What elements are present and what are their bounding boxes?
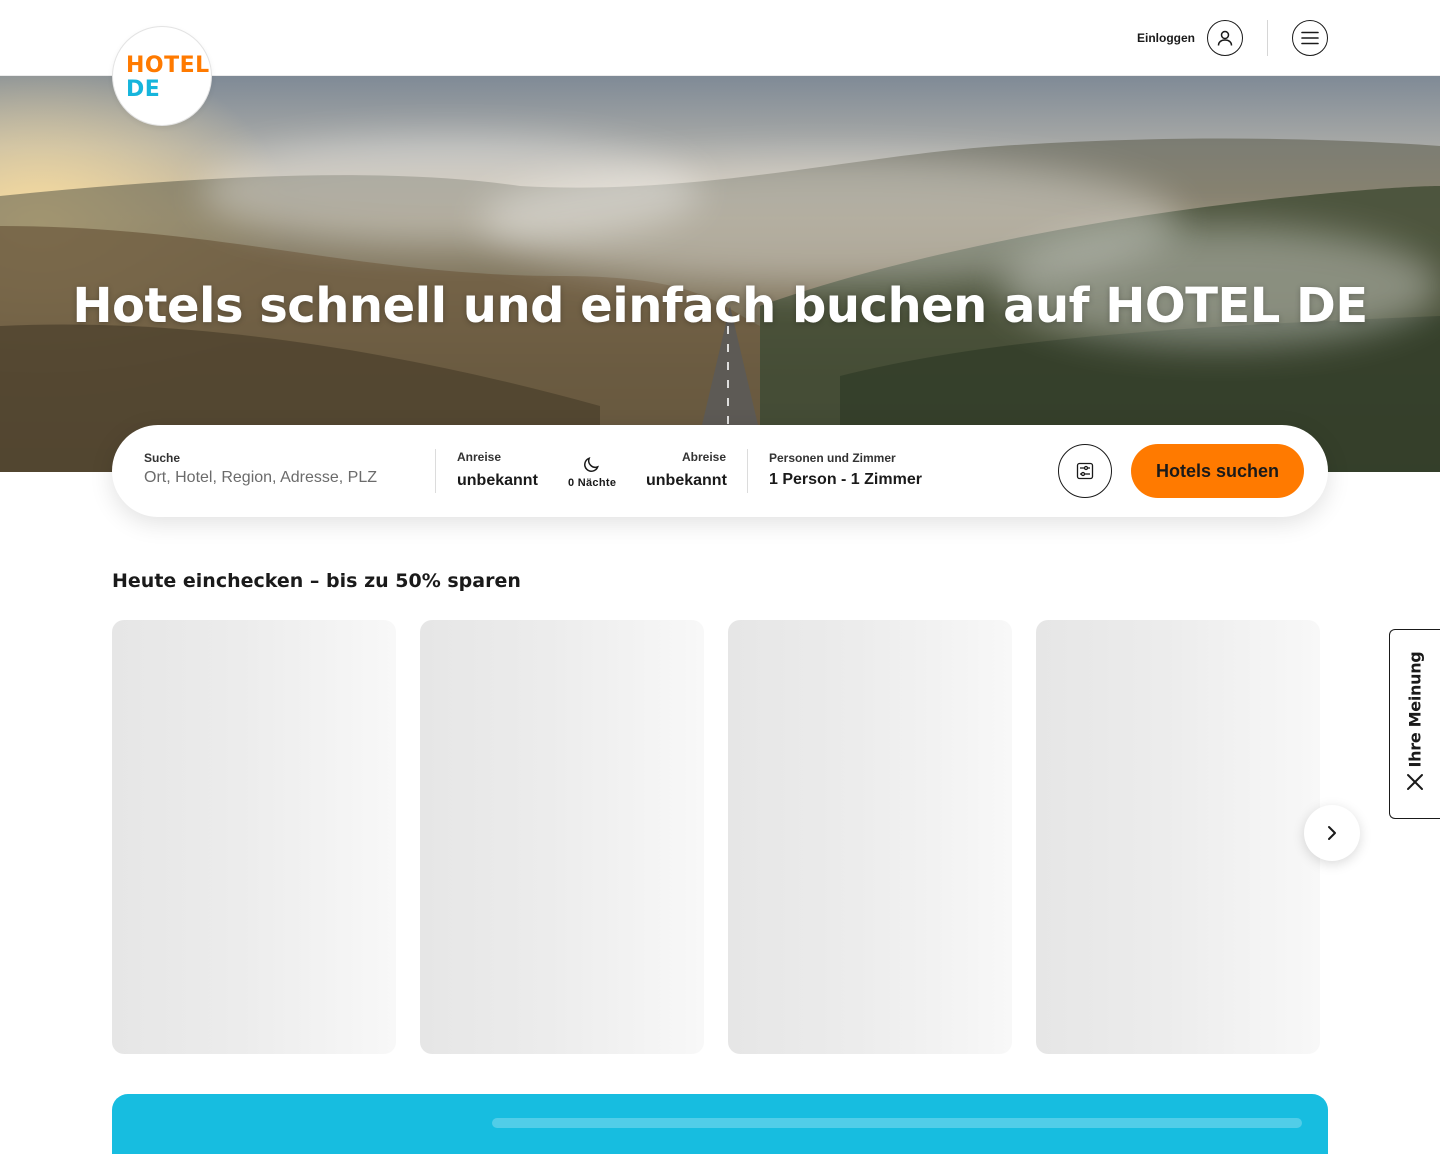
hero-image bbox=[0, 76, 1440, 472]
nights-count: 0 Nächte bbox=[568, 477, 617, 489]
fog-bank bbox=[200, 136, 700, 246]
field-divider bbox=[435, 449, 436, 493]
login-label[interactable]: Einloggen bbox=[1137, 31, 1195, 45]
login-button[interactable] bbox=[1207, 20, 1243, 56]
filter-button[interactable] bbox=[1058, 444, 1112, 498]
filter-settings-icon bbox=[1076, 462, 1094, 480]
header-divider bbox=[1267, 20, 1268, 56]
checkin-label[interactable]: Anreise bbox=[457, 450, 501, 464]
moon-icon bbox=[584, 457, 599, 472]
search-bar: Suche Anreise unbekannt 0 Nächte Abreise… bbox=[112, 425, 1328, 517]
logo-line-2: DE bbox=[126, 77, 161, 102]
feedback-label-wrap: Ihre Meinung bbox=[1404, 651, 1426, 767]
feedback-label[interactable]: Ihre Meinung bbox=[1406, 651, 1425, 767]
user-icon bbox=[1217, 30, 1233, 46]
site-header: Einloggen bbox=[0, 0, 1440, 76]
promo-banner bbox=[112, 1094, 1328, 1154]
deal-card-placeholder[interactable] bbox=[1036, 620, 1320, 1054]
guests-value[interactable]: 1 Person - 1 Zimmer bbox=[769, 471, 922, 489]
logo-line-1: HOTEL bbox=[126, 53, 210, 78]
deal-card-placeholder[interactable] bbox=[728, 620, 1012, 1054]
feedback-tab[interactable]: Ihre Meinung bbox=[1389, 629, 1440, 819]
hero-title: Hotels schnell und einfach buchen auf HO… bbox=[72, 278, 1368, 334]
menu-button[interactable] bbox=[1292, 20, 1328, 56]
deals-section-title: Heute einchecken – bis zu 50% sparen bbox=[112, 570, 521, 592]
close-icon[interactable] bbox=[1405, 772, 1425, 792]
chevron-right-icon bbox=[1328, 826, 1336, 840]
promo-banner-inner bbox=[492, 1118, 1302, 1128]
hamburger-menu-icon bbox=[1301, 31, 1319, 45]
deal-card-placeholder[interactable] bbox=[112, 620, 396, 1054]
search-label: Suche bbox=[144, 451, 181, 465]
checkout-value[interactable]: unbekannt bbox=[646, 472, 727, 490]
carousel-next-button[interactable] bbox=[1304, 805, 1360, 861]
hotel-de-logo[interactable]: HOTEL DE bbox=[112, 26, 212, 126]
search-hotels-button[interactable]: Hotels suchen bbox=[1131, 444, 1304, 498]
checkout-label[interactable]: Abreise bbox=[682, 450, 726, 464]
guests-label[interactable]: Personen und Zimmer bbox=[769, 451, 896, 465]
checkin-value[interactable]: unbekannt bbox=[457, 472, 538, 490]
deal-card-placeholder[interactable] bbox=[420, 620, 704, 1054]
field-divider bbox=[747, 449, 748, 493]
destination-search-input[interactable] bbox=[144, 469, 424, 487]
